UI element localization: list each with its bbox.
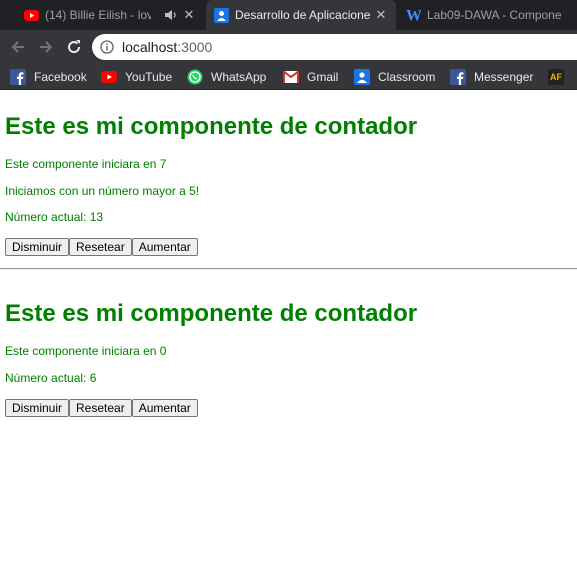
forward-button[interactable] xyxy=(36,37,56,57)
bookmark-af[interactable]: AF xyxy=(548,67,564,87)
tab-close-icon[interactable]: ✕ xyxy=(374,8,388,22)
bookmark-label: Classroom xyxy=(378,70,436,84)
bookmark-classroom[interactable]: Classroom xyxy=(354,67,435,87)
classroom-icon xyxy=(214,7,229,23)
tab-billie-eilish[interactable]: (14) Billie Eilish - lovel ✕ xyxy=(16,0,204,30)
counter-current-value: Número actual: 6 xyxy=(5,371,97,385)
tab-close-icon[interactable]: ✕ xyxy=(182,8,196,22)
svg-text:W: W xyxy=(406,8,421,23)
tab-title: (14) Billie Eilish - lovel xyxy=(45,8,151,22)
counter-extra-text: Iniciamos con un número mayor a 5! xyxy=(5,184,200,198)
address-host: localhost xyxy=(122,39,178,55)
bookmark-label: Messenger xyxy=(474,70,534,84)
whatsapp-icon xyxy=(187,69,203,85)
reload-button[interactable] xyxy=(64,37,84,57)
counter-start-text: Este componente iniciara en 7 xyxy=(5,157,167,171)
counter-buttons: Disminuir Resetear Aumentar xyxy=(5,238,198,256)
tab-desarrollo-aplicaciones[interactable]: Desarrollo de Aplicacione ✕ xyxy=(206,0,396,30)
tab-title: Desarrollo de Aplicacione xyxy=(235,8,371,22)
bookmark-facebook[interactable]: Facebook xyxy=(10,67,87,87)
speaker-icon[interactable] xyxy=(164,8,178,22)
facebook-icon xyxy=(10,69,26,85)
browser-toolbar: localhost:3000 xyxy=(0,30,577,64)
bookmark-label: Facebook xyxy=(34,70,87,84)
counter-start-text: Este componente iniciara en 0 xyxy=(5,344,167,358)
reset-button[interactable]: Resetear xyxy=(69,238,132,256)
decrease-button[interactable]: Disminuir xyxy=(5,399,70,417)
af-icon: AF xyxy=(548,69,564,85)
counter-heading: Este es mi componente de contador xyxy=(5,113,418,140)
youtube-icon xyxy=(24,8,39,23)
divider xyxy=(0,268,577,270)
counter-heading: Este es mi componente de contador xyxy=(5,300,418,327)
back-button[interactable] xyxy=(8,37,28,57)
counter-buttons: Disminuir Resetear Aumentar xyxy=(5,399,198,417)
bookmark-label: Gmail xyxy=(307,70,339,84)
bookmarks-bar: Facebook YouTube WhatsApp Gmail Classroo… xyxy=(0,64,577,90)
classroom-icon xyxy=(354,69,370,85)
reset-button[interactable]: Resetear xyxy=(69,399,132,417)
decrease-button[interactable]: Disminuir xyxy=(5,238,70,256)
bookmark-label: WhatsApp xyxy=(211,70,267,84)
address-port: :3000 xyxy=(177,39,213,55)
increase-button[interactable]: Aumentar xyxy=(131,399,198,417)
bookmark-gmail[interactable]: Gmail xyxy=(283,67,338,87)
browser-tab-strip: (14) Billie Eilish - lovel ✕ Desarrollo … xyxy=(0,0,577,30)
info-icon[interactable] xyxy=(100,40,114,54)
increase-button[interactable]: Aumentar xyxy=(131,238,198,256)
gmail-icon xyxy=(283,69,299,85)
facebook-icon xyxy=(450,69,466,85)
youtube-icon xyxy=(101,69,117,85)
tab-lab09-dawa[interactable]: W Lab09-DAWA - Compone xyxy=(398,0,577,30)
counter-current-value: Número actual: 13 xyxy=(5,210,104,224)
bookmark-whatsapp[interactable]: WhatsApp xyxy=(187,67,266,87)
bookmark-label: YouTube xyxy=(125,70,173,84)
word-icon: W xyxy=(406,8,421,23)
bookmark-youtube[interactable]: YouTube xyxy=(101,67,172,87)
address-bar[interactable]: localhost:3000 xyxy=(92,34,577,60)
tab-title: Lab09-DAWA - Compone xyxy=(427,8,562,22)
bookmark-messenger[interactable]: Messenger xyxy=(450,67,533,87)
